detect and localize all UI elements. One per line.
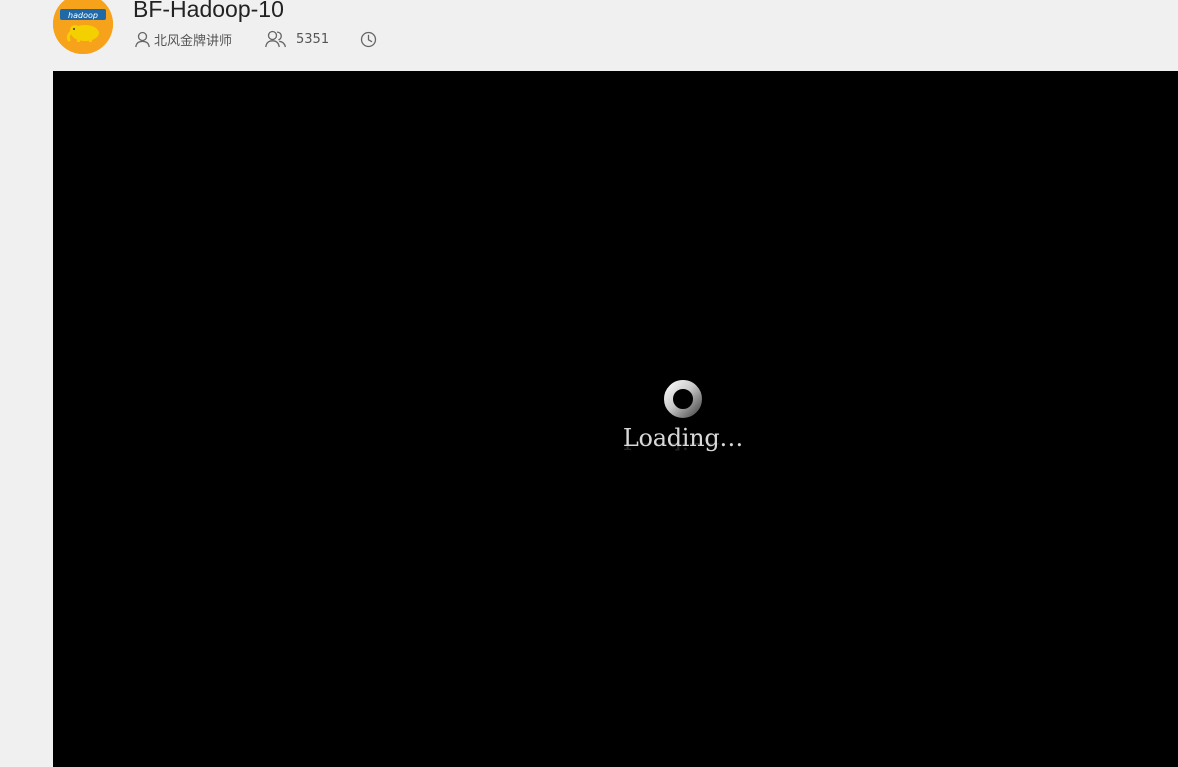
author-name: 北风金牌讲师	[154, 33, 233, 49]
course-logo: hadoop	[53, 0, 113, 54]
author-info[interactable]: 北风金牌讲师	[133, 30, 232, 49]
duration-info	[359, 30, 380, 48]
hadoop-logo-icon: hadoop	[53, 0, 113, 54]
loading-spinner-icon	[664, 380, 702, 418]
course-page: hadoop BF-Hadoop-10 北风金牌讲师 5351 Loading…	[0, 0, 1178, 767]
course-header: hadoop BF-Hadoop-10 北风金牌讲师 5351	[0, 0, 1178, 71]
user-icon	[133, 30, 151, 48]
video-player[interactable]: Loading… Loading…	[53, 71, 1178, 767]
loading-indicator: Loading… Loading…	[621, 377, 745, 467]
clock-icon	[359, 30, 377, 48]
course-meta: 北风金牌讲师 5351	[133, 29, 380, 49]
users-icon	[264, 30, 288, 48]
view-count-info: 5351	[264, 30, 329, 48]
logo-wordmark: hadoop	[68, 11, 98, 20]
view-count: 5351	[296, 31, 330, 47]
course-title: BF-Hadoop-10	[133, 0, 284, 22]
loading-text-reflection: Loading…	[621, 443, 745, 455]
